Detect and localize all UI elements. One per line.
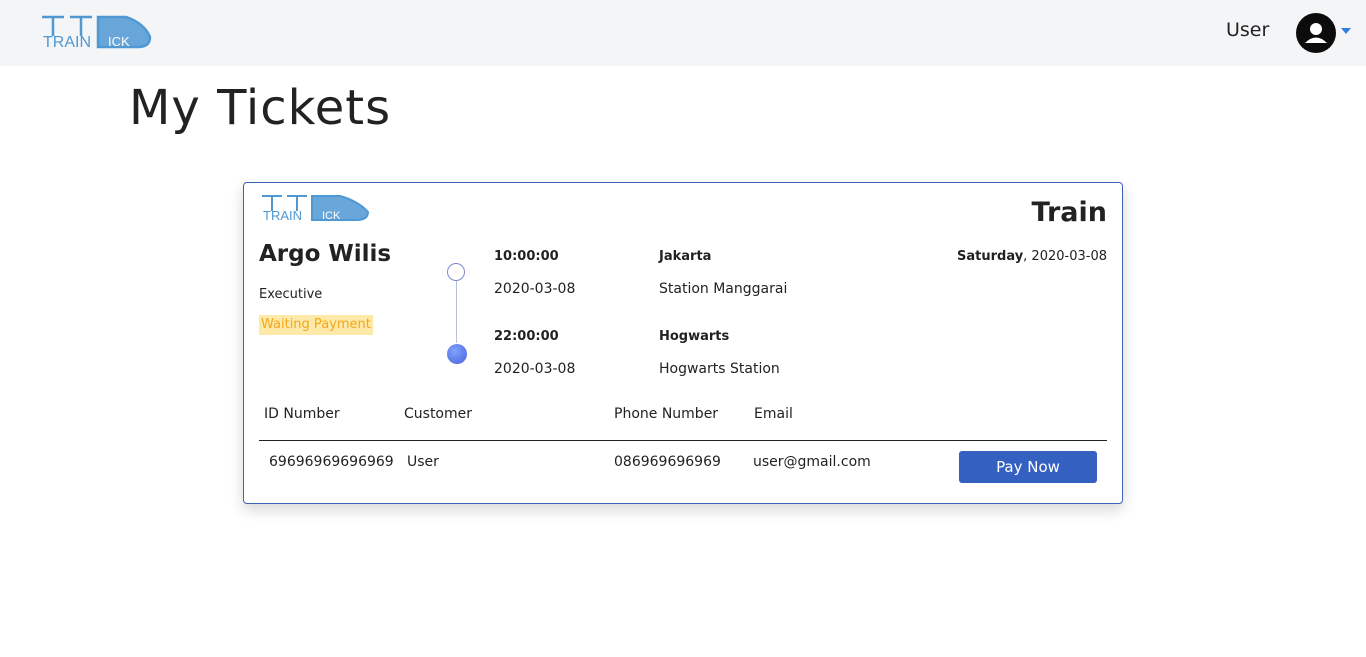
transport-type: Train: [1031, 197, 1107, 228]
svg-text:TRAIN: TRAIN: [263, 208, 302, 223]
arrival-station: Hogwarts Station: [659, 361, 780, 377]
cell-customer: User: [407, 454, 439, 470]
travel-date-value: , 2020-03-08: [1023, 249, 1107, 264]
cell-email: user@gmail.com: [753, 454, 871, 470]
train-class: Executive: [259, 287, 323, 302]
header-email: Email: [754, 406, 793, 422]
train-name: Argo Wilis: [259, 241, 392, 267]
nav-username[interactable]: User: [1226, 19, 1269, 41]
arrival-date: 2020-03-08: [494, 361, 576, 377]
departure-station: Station Manggarai: [659, 281, 788, 297]
ticket-card: TRAIN ICK Train Argo Wilis Executive Wai…: [243, 182, 1123, 504]
ticket-brand-logo: TRAIN ICK: [262, 195, 370, 223]
header-customer: Customer: [404, 406, 473, 422]
svg-text:ICK: ICK: [108, 34, 130, 49]
departure-time: 10:00:00: [494, 249, 559, 264]
svg-text:ICK: ICK: [322, 210, 341, 222]
table-divider: [259, 440, 1107, 441]
header-phone-number: Phone Number: [614, 406, 719, 422]
timeline-line: [456, 281, 457, 343]
pay-now-button[interactable]: Pay Now: [959, 451, 1097, 483]
travel-day: Saturday: [957, 249, 1024, 264]
svg-text:TRAIN: TRAIN: [43, 34, 91, 51]
departure-city: Jakarta: [659, 249, 712, 264]
cell-id-number: 69696969696969: [269, 454, 394, 470]
caret-down-icon[interactable]: [1341, 28, 1351, 34]
header-id-number: ID Number: [264, 406, 340, 422]
departure-marker-icon: [447, 263, 465, 281]
cell-phone: 086969696969: [614, 454, 721, 470]
top-navbar: TRAIN ICK User: [0, 0, 1366, 66]
status-badge: Waiting Payment: [259, 315, 373, 335]
arrival-time: 22:00:00: [494, 329, 559, 344]
departure-date: 2020-03-08: [494, 281, 576, 297]
user-avatar[interactable]: [1296, 13, 1336, 53]
page-title: My Tickets: [129, 80, 392, 136]
travel-date: Saturday, 2020-03-08: [957, 249, 1107, 264]
arrival-marker-icon: [447, 344, 467, 364]
traintick-logo[interactable]: TRAIN ICK: [40, 13, 152, 51]
user-circle-icon: [1305, 23, 1327, 43]
arrival-city: Hogwarts: [659, 329, 730, 344]
